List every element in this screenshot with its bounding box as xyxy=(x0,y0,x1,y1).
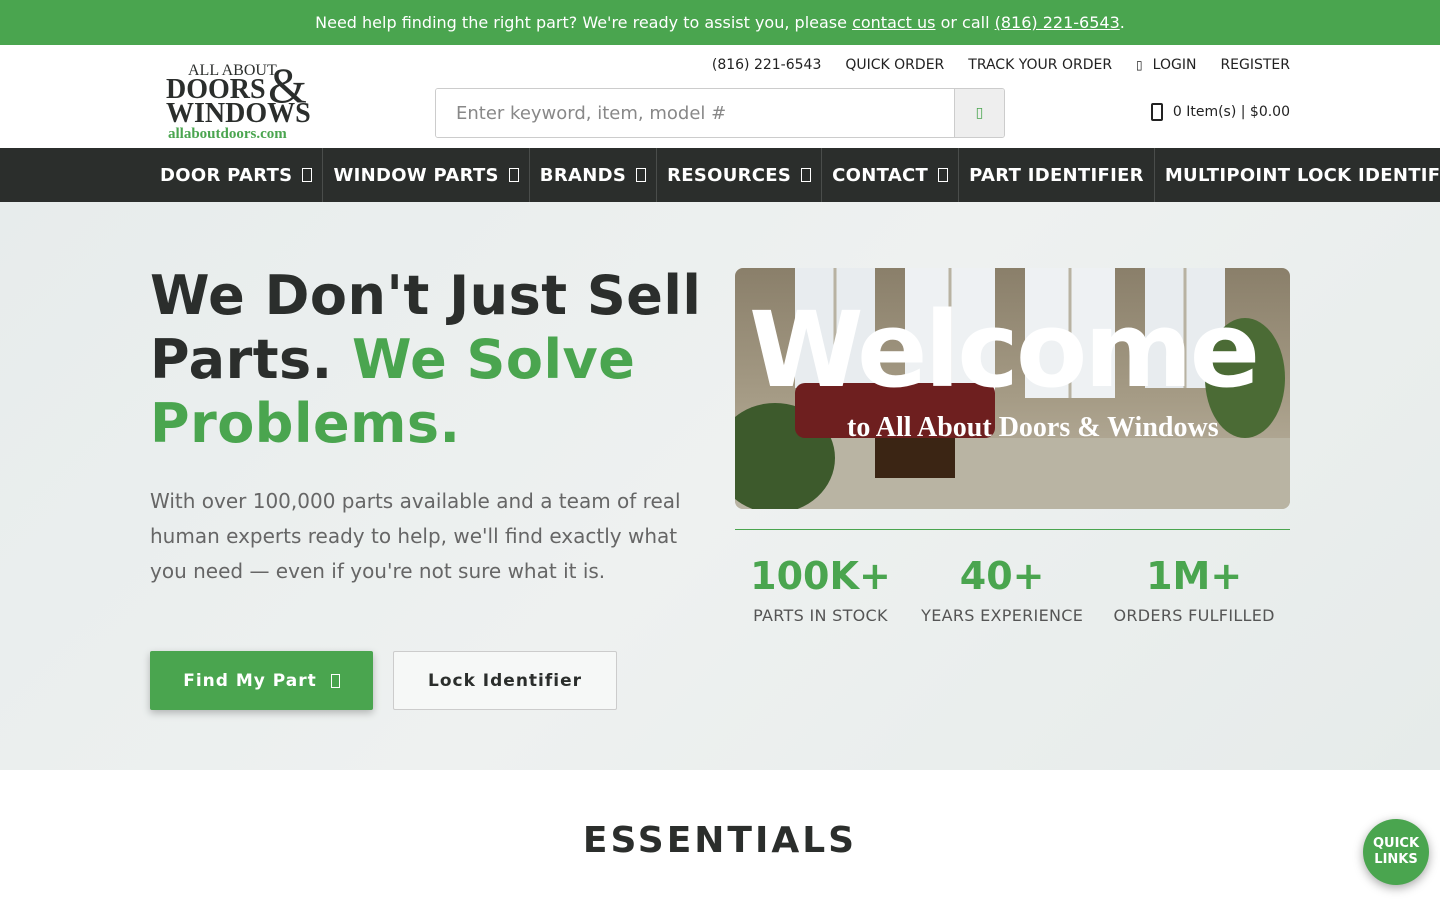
logo-line3: WINDOWS xyxy=(166,98,311,129)
nav-label: CONTACT xyxy=(832,164,929,186)
banner-text-middle: or call xyxy=(935,13,995,32)
hero-description: With over 100,000 parts available and a … xyxy=(150,489,681,583)
cart-icon xyxy=(1150,103,1163,121)
stat-value: 40+ xyxy=(959,554,1045,598)
nav-window-parts[interactable]: WINDOW PARTS xyxy=(323,148,530,202)
stat-label: PARTS IN STOCK xyxy=(753,606,888,625)
quick-order-link[interactable]: QUICK ORDER xyxy=(845,57,944,73)
nav-label: BRANDS xyxy=(539,164,627,186)
login-label: LOGIN xyxy=(1152,57,1197,73)
hero-section: We Don't Just Sell Parts. We Solve Probl… xyxy=(0,202,1440,770)
search-input[interactable] xyxy=(436,89,954,137)
welcome-subheading: to All About Doors & Windows xyxy=(847,412,1219,443)
stat-label: YEARS EXPERIENCE xyxy=(921,606,1084,625)
cart-summary[interactable]: 0 Item(s) | $0.00 xyxy=(1150,103,1290,121)
site-logo[interactable]: ALL ABOUT DOORS & WINDOWS allaboutdoors.… xyxy=(166,58,326,142)
chevron-down-icon xyxy=(508,168,519,182)
nav-resources[interactable]: RESOURCES xyxy=(657,148,823,202)
search-button[interactable]: ▯ xyxy=(954,89,1004,137)
search-bar: ▯ xyxy=(435,88,1005,138)
register-link[interactable]: REGISTER xyxy=(1220,57,1290,73)
nav-label: DOOR PARTS xyxy=(160,164,293,186)
header-phone-link[interactable]: (816) 221-6543 xyxy=(712,57,822,73)
logo-domain: allaboutdoors.com xyxy=(168,126,287,142)
banner-text-after: . xyxy=(1119,13,1125,32)
welcome-heading: Welcome xyxy=(749,289,1257,411)
nav-label: WINDOW PARTS xyxy=(333,164,499,186)
help-banner: Need help finding the right part? We're … xyxy=(0,0,1440,45)
arrow-right-icon xyxy=(330,673,340,688)
nav-contact[interactable]: CONTACT xyxy=(822,148,960,202)
nav-brands[interactable]: BRANDS xyxy=(530,148,658,202)
stat-orders-fulfilled: 1M+ ORDERS FULFILLED xyxy=(1113,552,1274,625)
search-icon: ▯ xyxy=(975,105,984,121)
site-header: ALL ABOUT DOORS & WINDOWS allaboutdoors.… xyxy=(0,45,1440,148)
utility-links: (816) 221-6543 QUICK ORDER TRACK YOUR OR… xyxy=(712,57,1290,73)
nav-multipoint-lock-identifier[interactable]: MULTIPOINT LOCK IDENTIFIER xyxy=(1155,148,1440,202)
welcome-image: Welcome to All About Doors & Windows xyxy=(735,268,1290,509)
contact-us-link[interactable]: contact us xyxy=(852,13,935,32)
chevron-down-icon xyxy=(636,168,647,182)
essentials-heading: ESSENTIALS xyxy=(582,820,858,861)
hero-title: We Don't Just Sell Parts. We Solve Probl… xyxy=(150,264,720,456)
stats-divider xyxy=(735,529,1290,530)
quick-links-line1: QUICK xyxy=(1372,836,1420,851)
nav-label: PART IDENTIFIER xyxy=(969,164,1144,186)
nav-door-parts[interactable]: DOOR PARTS xyxy=(150,148,324,202)
stats-row: 100K+ PARTS IN STOCK 40+ YEARS EXPERIENC… xyxy=(735,552,1290,625)
stat-years-experience: 40+ YEARS EXPERIENCE xyxy=(921,552,1083,625)
cart-label: 0 Item(s) | $0.00 xyxy=(1172,104,1290,120)
stat-label: ORDERS FULFILLED xyxy=(1113,606,1275,625)
stat-parts-in-stock: 100K+ PARTS IN STOCK xyxy=(750,552,891,625)
find-my-part-button[interactable]: Find My Part xyxy=(150,651,373,710)
quick-links-line2: LINKS xyxy=(1374,852,1418,867)
chevron-down-icon xyxy=(938,168,949,182)
stat-value: 1M+ xyxy=(1146,554,1243,598)
lock-identifier-button[interactable]: Lock Identifier xyxy=(393,651,617,710)
nav-part-identifier[interactable]: PART IDENTIFIER xyxy=(959,148,1155,202)
nav-label: RESOURCES xyxy=(667,164,792,186)
chevron-down-icon xyxy=(801,168,812,182)
user-icon: ▯ xyxy=(1136,58,1143,72)
stat-value: 100K+ xyxy=(750,554,891,598)
nav-label: MULTIPOINT LOCK IDENTIFIER xyxy=(1164,164,1440,186)
lock-identifier-label: Lock Identifier xyxy=(427,670,583,691)
quick-links-button[interactable]: QUICK LINKS xyxy=(1363,819,1429,885)
chevron-down-icon xyxy=(302,168,313,182)
banner-phone-link[interactable]: (816) 221-6543 xyxy=(995,13,1120,32)
login-link[interactable]: ▯ LOGIN xyxy=(1136,57,1196,73)
main-nav: DOOR PARTS WINDOW PARTS BRANDS RESOURCES… xyxy=(0,148,1440,202)
banner-text-before: Need help finding the right part? We're … xyxy=(315,13,847,32)
track-order-link[interactable]: TRACK YOUR ORDER xyxy=(968,57,1112,73)
find-my-part-label: Find My Part xyxy=(183,670,317,691)
